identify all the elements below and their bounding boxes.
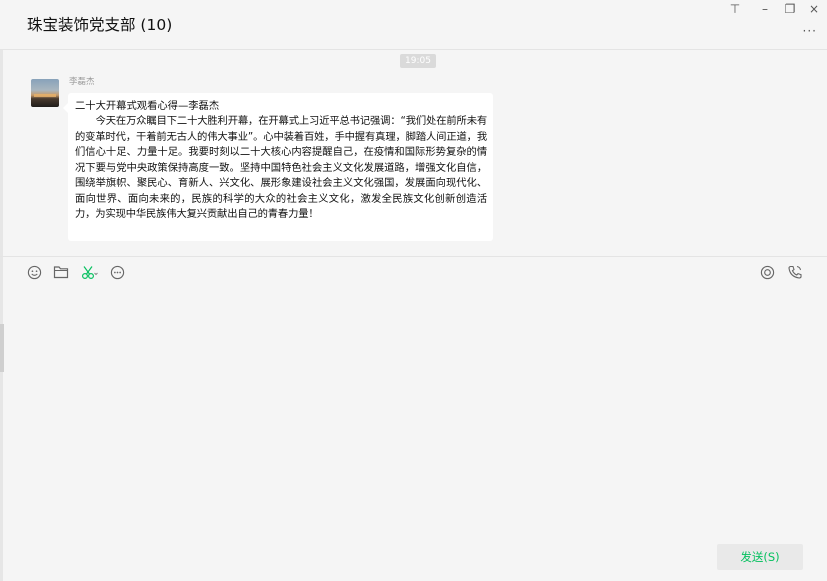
chat-header: 珠宝装饰党支部 (10) ⊤ – ❐ × ··· — [0, 0, 827, 50]
more-options-icon[interactable]: ··· — [803, 24, 817, 38]
avatar[interactable] — [31, 79, 59, 107]
sender-name: 李磊杰 — [69, 77, 95, 87]
message-bubble[interactable]: 二十大开幕式观看心得—李磊杰 今天在万众瞩目下二十大胜利开幕，在开幕式上习近平总… — [63, 93, 493, 241]
minimize-icon[interactable]: – — [757, 2, 773, 16]
pin-icon[interactable]: ⊤ — [727, 2, 743, 16]
avatar-sunset-band — [34, 94, 56, 97]
panel-resize-handle[interactable] — [0, 324, 4, 372]
message-time: 19:05 — [400, 54, 436, 68]
chat-title[interactable]: 珠宝装饰党支部 (10) — [27, 13, 172, 35]
message-list[interactable]: 19:05 李磊杰 二十大开幕式观看心得—李磊杰 今天在万众瞩目下二十大胜利开幕… — [0, 50, 827, 256]
live-icon[interactable] — [758, 263, 776, 281]
message-input[interactable] — [20, 290, 810, 530]
close-icon[interactable]: × — [806, 2, 822, 16]
phone-icon[interactable] — [786, 263, 804, 281]
message-title: 二十大开幕式观看心得—李磊杰 — [75, 100, 220, 112]
composer-divider — [0, 256, 827, 257]
chat-bubble-icon[interactable] — [108, 263, 126, 281]
restore-icon[interactable]: ❐ — [782, 2, 798, 16]
scissors-icon[interactable] — [80, 263, 98, 281]
send-button[interactable]: 发送(S) — [717, 544, 803, 570]
message-body: 今天在万众瞩目下二十大胜利开幕，在开幕式上习近平总书记强调：“我们处在前所未有的… — [75, 115, 487, 220]
emoji-icon[interactable] — [25, 263, 43, 281]
folder-icon[interactable] — [52, 263, 70, 281]
